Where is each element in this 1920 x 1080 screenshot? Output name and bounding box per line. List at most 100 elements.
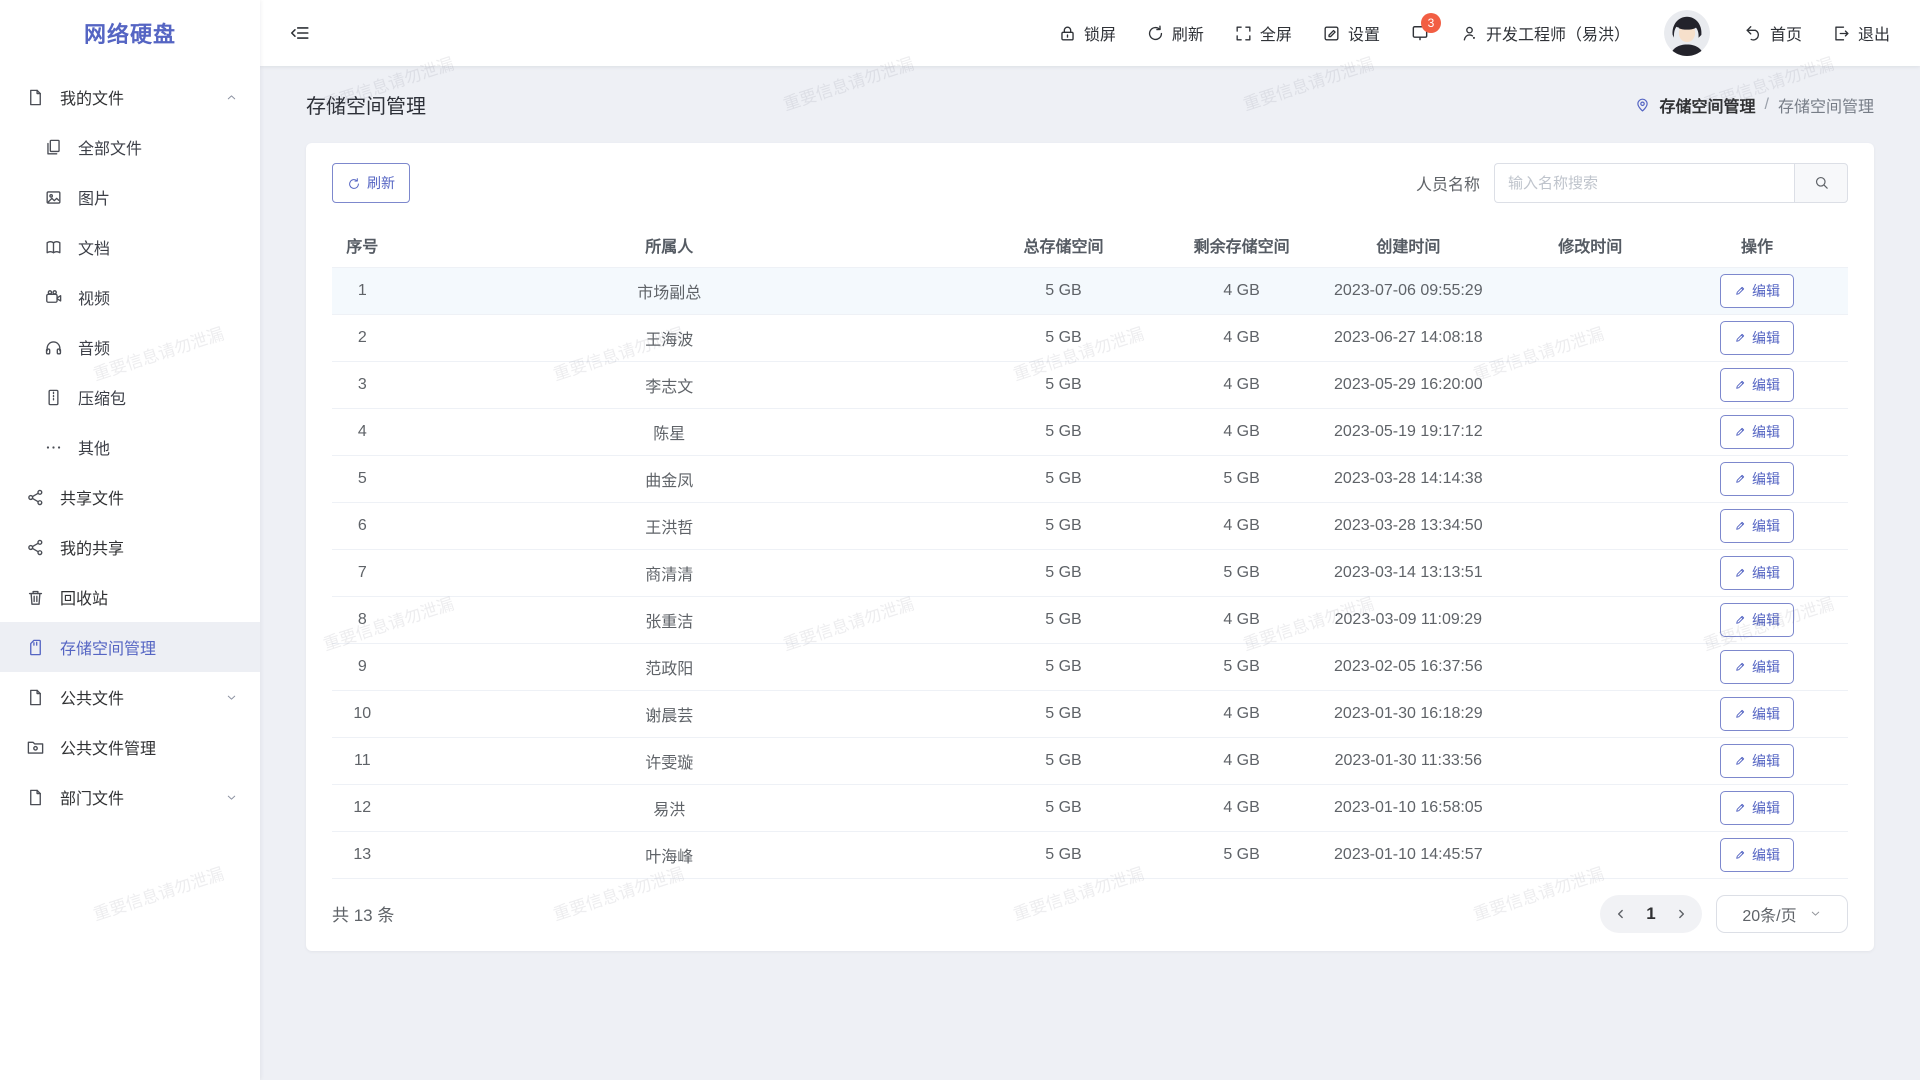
sidebar-item-department-files[interactable]: 部门文件 xyxy=(0,772,260,822)
edit-button[interactable]: 编辑 xyxy=(1720,556,1794,590)
sidebar-item-label: 全部文件 xyxy=(78,135,142,159)
search-group: 人员名称 xyxy=(1416,163,1848,203)
edit-button[interactable]: 编辑 xyxy=(1720,274,1794,308)
cell-free-storage: 5 GB xyxy=(1181,549,1302,596)
image-icon xyxy=(44,188,63,207)
home-button[interactable]: 首页 xyxy=(1744,21,1802,45)
cell-total-storage: 5 GB xyxy=(946,502,1181,549)
cell-owner: 谢晨芸 xyxy=(393,690,946,737)
app-logo: 网络硬盘 xyxy=(0,0,260,66)
cell-index: 2 xyxy=(332,314,393,361)
notification-badge: 3 xyxy=(1421,13,1441,33)
user-role[interactable]: 开发工程师（易洪） xyxy=(1460,21,1630,45)
sidebar-item-documents[interactable]: 文档 xyxy=(0,222,260,272)
headphones-icon xyxy=(44,338,63,357)
search-label: 人员名称 xyxy=(1416,171,1480,195)
cell-index: 3 xyxy=(332,361,393,408)
cell-total-storage: 5 GB xyxy=(946,549,1181,596)
sidebar-item-all-files[interactable]: 全部文件 xyxy=(0,122,260,172)
table-row: 2王海波5 GB4 GB2023-06-27 14:08:18编辑 xyxy=(332,314,1848,361)
settings-button[interactable]: 设置 xyxy=(1322,21,1380,45)
cell-actions: 编辑 xyxy=(1666,737,1848,784)
card-toolbar: 刷新 人员名称 xyxy=(332,163,1848,203)
pencil-icon xyxy=(1734,613,1747,626)
chevron-down-icon xyxy=(225,791,238,804)
cell-owner: 叶海峰 xyxy=(393,831,946,878)
search-input[interactable] xyxy=(1494,163,1794,203)
pencil-icon xyxy=(1734,660,1747,673)
page-size-select[interactable]: 20条/页 xyxy=(1716,895,1848,933)
cell-modified-time xyxy=(1514,784,1666,831)
edit-button-label: 编辑 xyxy=(1752,516,1780,536)
sidebar-item-videos[interactable]: 视频 xyxy=(0,272,260,322)
sidebar-item-label: 存储空间管理 xyxy=(60,635,156,659)
edit-button-label: 编辑 xyxy=(1752,375,1780,395)
edit-button[interactable]: 编辑 xyxy=(1720,368,1794,402)
app-root: 网络硬盘 我的文件全部文件图片文档视频音频压缩包其他共享文件我的共享回收站存储空… xyxy=(0,0,1920,1080)
edit-button[interactable]: 编辑 xyxy=(1720,603,1794,637)
folder-manage-icon xyxy=(26,738,45,757)
lock-icon xyxy=(1058,24,1077,43)
sidebar-item-images[interactable]: 图片 xyxy=(0,172,260,222)
search-button[interactable] xyxy=(1794,163,1848,203)
edit-button-label: 编辑 xyxy=(1752,751,1780,771)
lock-screen-label: 锁屏 xyxy=(1084,21,1116,45)
cell-total-storage: 5 GB xyxy=(946,737,1181,784)
content-card: 刷新 人员名称 序号所属人总存储空间剩余存储空间创建时间修改时间操作 1市场副总… xyxy=(306,143,1874,951)
refresh-button[interactable]: 刷新 xyxy=(332,163,410,203)
edit-button[interactable]: 编辑 xyxy=(1720,462,1794,496)
cell-modified-time xyxy=(1514,737,1666,784)
prev-page-button[interactable] xyxy=(1614,907,1628,921)
table-row: 13叶海峰5 GB5 GB2023-01-10 14:45:57编辑 xyxy=(332,831,1848,878)
fullscreen-button[interactable]: 全屏 xyxy=(1234,21,1292,45)
logout-button[interactable]: 退出 xyxy=(1832,21,1890,45)
main-area: 锁屏刷新全屏设置 3 开发工程师（易洪） xyxy=(260,0,1920,1080)
sidebar-item-others[interactable]: 其他 xyxy=(0,422,260,472)
sidebar-item-label: 我的文件 xyxy=(60,85,124,109)
edit-button[interactable]: 编辑 xyxy=(1720,744,1794,778)
cell-created-time: 2023-02-05 16:37:56 xyxy=(1302,643,1514,690)
sidebar-collapse-button[interactable] xyxy=(289,22,311,44)
sidebar-item-audio[interactable]: 音频 xyxy=(0,322,260,372)
sidebar-item-public-file-management[interactable]: 公共文件管理 xyxy=(0,722,260,772)
next-page-button[interactable] xyxy=(1674,907,1688,921)
refresh-button[interactable]: 刷新 xyxy=(1146,21,1204,45)
edit-button[interactable]: 编辑 xyxy=(1720,415,1794,449)
cell-actions: 编辑 xyxy=(1666,831,1848,878)
sidebar-item-public-files[interactable]: 公共文件 xyxy=(0,672,260,722)
table-row: 4陈星5 GB4 GB2023-05-19 19:17:12编辑 xyxy=(332,408,1848,455)
card-footer: 共 13 条 1 20条/页 xyxy=(332,895,1848,933)
edit-button[interactable]: 编辑 xyxy=(1720,321,1794,355)
lock-screen-button[interactable]: 锁屏 xyxy=(1058,21,1116,45)
edit-button[interactable]: 编辑 xyxy=(1720,697,1794,731)
edit-button[interactable]: 编辑 xyxy=(1720,509,1794,543)
cell-actions: 编辑 xyxy=(1666,549,1848,596)
notification-button[interactable]: 3 xyxy=(1410,23,1430,43)
cell-index: 10 xyxy=(332,690,393,737)
sidebar-item-my-shares[interactable]: 我的共享 xyxy=(0,522,260,572)
cell-created-time: 2023-03-14 13:13:51 xyxy=(1302,549,1514,596)
cell-owner: 陈星 xyxy=(393,408,946,455)
sidebar-item-recycle-bin[interactable]: 回收站 xyxy=(0,572,260,622)
edit-button[interactable]: 编辑 xyxy=(1720,791,1794,825)
avatar[interactable] xyxy=(1664,10,1710,56)
chevron-down-icon xyxy=(1809,905,1822,923)
cell-owner: 曲金凤 xyxy=(393,455,946,502)
edit-button-label: 编辑 xyxy=(1752,704,1780,724)
cell-index: 7 xyxy=(332,549,393,596)
edit-button-label: 编辑 xyxy=(1752,469,1780,489)
edit-button[interactable]: 编辑 xyxy=(1720,838,1794,872)
sidebar-item-shared-files[interactable]: 共享文件 xyxy=(0,472,260,522)
cell-total-storage: 5 GB xyxy=(946,784,1181,831)
cell-actions: 编辑 xyxy=(1666,596,1848,643)
sidebar-item-storage-management[interactable]: 存储空间管理 xyxy=(0,622,260,672)
sidebar-item-archives[interactable]: 压缩包 xyxy=(0,372,260,422)
cell-total-storage: 5 GB xyxy=(946,267,1181,314)
pager-pill: 1 xyxy=(1600,895,1702,933)
cell-actions: 编辑 xyxy=(1666,784,1848,831)
cell-total-storage: 5 GB xyxy=(946,314,1181,361)
current-page[interactable]: 1 xyxy=(1644,904,1658,924)
sidebar-item-my-files[interactable]: 我的文件 xyxy=(0,72,260,122)
storage-table: 序号所属人总存储空间剩余存储空间创建时间修改时间操作 1市场副总5 GB4 GB… xyxy=(332,223,1848,879)
edit-button[interactable]: 编辑 xyxy=(1720,650,1794,684)
